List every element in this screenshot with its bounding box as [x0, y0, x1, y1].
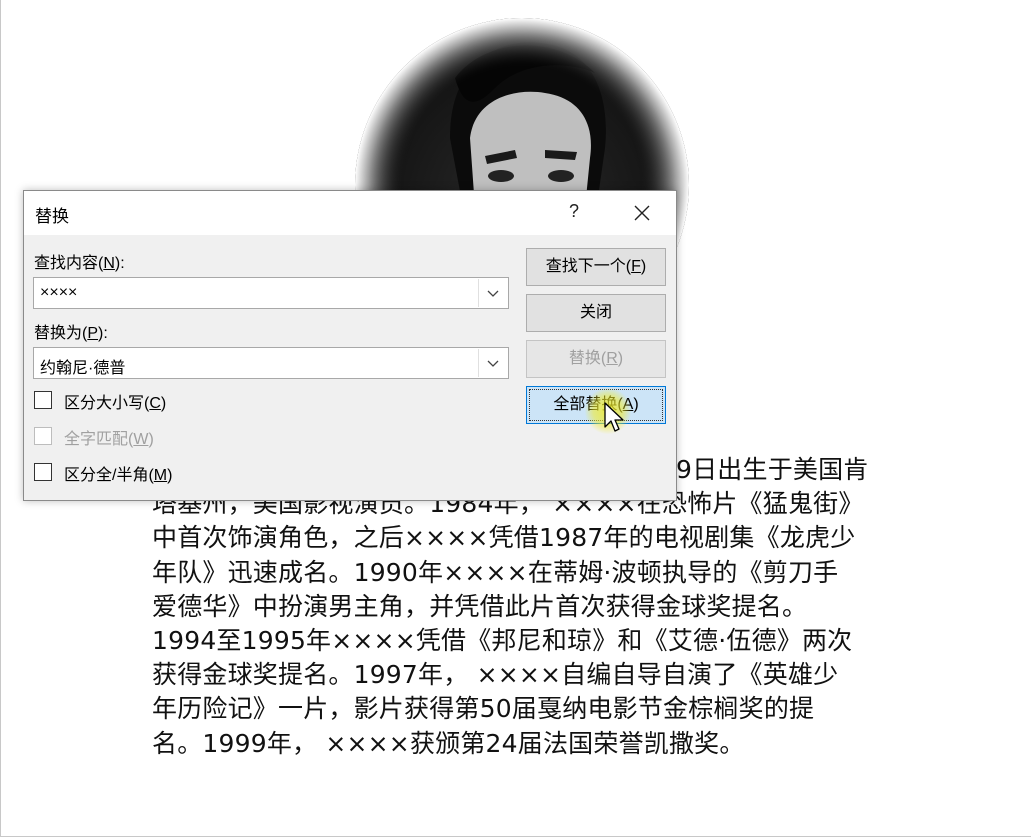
replace-dialog: 替换 ? 查找内容(N): ×××× 替换为(P): 约翰尼·德普 区分大小写(…	[23, 190, 677, 501]
replace-with-combo[interactable]: 约翰尼·德普	[33, 347, 509, 379]
text-line: 1994至1995年××××凭借《邦尼和琼》和《艾德·伍德》两次	[152, 626, 853, 656]
text-line: 年队》迅速成名。1990年××××在蒂姆·波顿执导的《剪刀手	[152, 557, 839, 587]
find-what-input[interactable]: ××××	[40, 284, 77, 302]
help-button[interactable]: ?	[564, 201, 584, 223]
text-line: 中首次饰演角色，之后××××凭借1987年的电视剧集《龙虎少	[152, 523, 856, 553]
text-line: 获得金球奖提名。1997年， ××××自编自导自演了《英雄少	[152, 660, 839, 690]
text-line: 名。1999年， ××××获颁第24届法国荣誉凯撒奖。	[152, 728, 745, 758]
find-what-label: 查找内容(N):	[34, 255, 125, 272]
replace-button[interactable]: 替换(R)	[526, 340, 666, 378]
match-width-checkbox[interactable]	[34, 463, 52, 481]
dialog-title: 替换	[35, 207, 69, 226]
match-case-checkbox[interactable]	[34, 391, 52, 409]
chevron-down-icon[interactable]	[478, 279, 507, 307]
replace-with-input[interactable]: 约翰尼·德普	[40, 354, 125, 378]
replace-with-label: 替换为(P):	[34, 325, 108, 342]
find-next-button[interactable]: 查找下一个(F)	[526, 248, 666, 286]
mouse-pointer-icon	[604, 402, 624, 432]
match-width-label[interactable]: 区分全/半角(M)	[64, 461, 172, 485]
dialog-titlebar[interactable]: 替换 ?	[24, 191, 676, 235]
close-button[interactable]: 关闭	[526, 294, 666, 332]
whole-word-label: 全字匹配(W)	[64, 431, 154, 448]
close-icon[interactable]	[630, 201, 654, 225]
find-what-combo[interactable]: ××××	[33, 277, 509, 309]
text-line: 爱德华》中扮演男主角，并凭借此片首次获得金球奖提名。	[152, 591, 808, 621]
whole-word-checkbox[interactable]	[34, 427, 52, 445]
chevron-down-icon[interactable]	[478, 349, 507, 377]
match-case-label[interactable]: 区分大小写(C)	[64, 389, 166, 413]
text-line: 年历险记》一片，影片获得第50届戛纳电影节金棕榈奖的提	[152, 694, 815, 724]
